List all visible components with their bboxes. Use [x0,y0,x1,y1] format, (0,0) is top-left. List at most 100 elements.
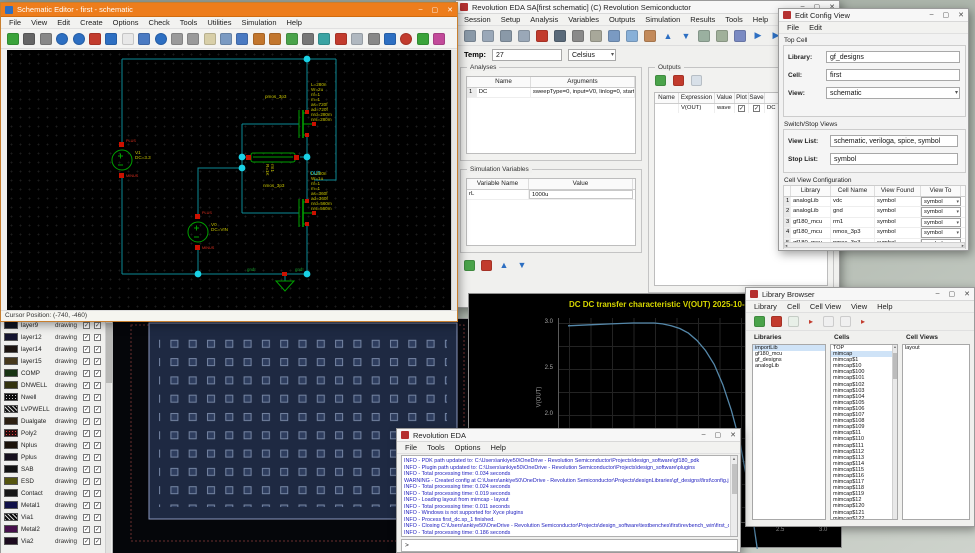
nmos-params-label[interactable]: L=280n W=1u nf=1 m=1 as=360f ad=360f nrd… [311,171,332,211]
layer-row[interactable]: SABdrawing✓✓ [1,463,112,475]
hierarchy-up-icon[interactable] [368,33,380,45]
layer-selectable-checkbox[interactable]: ✓ [94,346,101,353]
menu-item[interactable]: Help [282,18,307,27]
delete-icon[interactable] [89,33,101,45]
layer-selectable-checkbox[interactable]: ✓ [94,478,101,485]
scroll-right-icon[interactable]: ▸ [962,243,964,247]
layer-visible-checkbox[interactable]: ✓ [83,442,90,449]
menu-item[interactable]: Help [485,443,510,452]
menu-item[interactable]: Cell View [805,302,846,311]
menu-item[interactable]: Options [450,443,486,452]
layer-row[interactable]: Pplusdrawing✓✓ [1,451,112,463]
layer-swatch[interactable] [4,417,18,425]
view-select[interactable]: schematic▾ [826,87,960,99]
layer-selectable-checkbox[interactable]: ✓ [94,502,101,509]
menu-item[interactable]: Tools [422,443,450,452]
layer-swatch[interactable] [4,501,18,509]
temp-unit-select[interactable]: Celsius▾ [568,49,616,61]
v1-label[interactable]: V1 DC=3.3 [135,150,151,160]
menu-item[interactable]: Options [108,18,144,27]
stop-icon[interactable] [400,33,412,45]
layer-visible-checkbox[interactable]: ✓ [83,322,90,329]
open-cellview-icon[interactable] [823,316,834,327]
annotate-icon[interactable] [626,30,638,42]
menu-item[interactable]: Variables [563,15,604,24]
maximize-button[interactable]: ▢ [949,290,956,298]
layer-row[interactable]: ESDdrawing✓✓ [1,475,112,487]
maximize-button[interactable]: ▢ [432,6,439,14]
layer-row[interactable]: Metal2drawing✓✓ [1,523,112,535]
stretch-icon[interactable] [138,33,150,45]
menu-item[interactable]: View [846,302,872,311]
layer-swatch[interactable] [4,489,18,497]
layer-row[interactable]: Nplusdrawing✓✓ [1,439,112,451]
layer-selectable-checkbox[interactable]: ✓ [94,538,101,545]
layer-selectable-checkbox[interactable]: ✓ [94,430,101,437]
layer-selectable-checkbox[interactable]: ✓ [94,370,101,377]
layer-visible-checkbox[interactable]: ✓ [83,430,90,437]
layer-visible-checkbox[interactable]: ✓ [83,454,90,461]
layer-scrollbar[interactable] [105,319,111,553]
layer-visible-checkbox[interactable]: ✓ [83,490,90,497]
move-icon[interactable] [105,33,117,45]
menu-item[interactable]: File [400,443,422,452]
netlist-icon[interactable] [518,30,530,42]
layer-row[interactable]: layer15drawing✓✓ [1,355,112,367]
menu-item[interactable]: Utilities [202,18,236,27]
view-list-field[interactable]: schematic, veriloga, spice, symbol [830,135,958,147]
layer-row[interactable]: Dualgatedrawing✓✓ [1,415,112,427]
library-field[interactable]: gf_designs [826,51,960,63]
menu-item[interactable]: Tools [175,18,203,27]
console-titlebar[interactable]: Revolution EDA –▢✕ [397,429,740,442]
menu-item[interactable]: Cell [782,302,805,311]
new-setup-icon[interactable] [464,30,476,42]
remove-variable-icon[interactable] [481,260,492,271]
layer-swatch[interactable] [4,357,18,365]
layer-row[interactable]: Via2drawing✓✓ [1,535,112,547]
scroll-left-icon[interactable]: ◂ [785,243,787,247]
save-setup-icon[interactable] [500,30,512,42]
menu-item[interactable]: Edit [52,18,75,27]
cell-view-item[interactable]: layout [903,345,969,351]
resistor-params-label[interactable]: rm1 R=1K [265,164,275,176]
layer-visible-checkbox[interactable]: ✓ [83,406,90,413]
log-icon[interactable] [716,30,728,42]
menu-item[interactable]: Check [144,18,175,27]
layer-selectable-checkbox[interactable]: ✓ [94,490,101,497]
close-button[interactable]: ✕ [964,290,970,298]
export-icon[interactable] [40,33,52,45]
libraries-list[interactable]: importLibgf180_mcugf_designsanalogLib [752,344,826,520]
layer-selectable-checkbox[interactable]: ✓ [94,454,101,461]
layer-swatch[interactable] [4,513,18,521]
layer-selectable-checkbox[interactable]: ✓ [94,526,101,533]
save-state-icon[interactable] [734,30,746,42]
layer-selectable-checkbox[interactable]: ✓ [94,382,101,389]
layer-swatch[interactable] [4,453,18,461]
net-highlight-icon[interactable] [417,33,429,45]
layer-row[interactable]: COMPdrawing✓✓ [1,367,112,379]
stop-list-field[interactable]: symbol [830,153,958,165]
menu-item[interactable]: Simulation [236,18,281,27]
add-variable-icon[interactable] [464,260,475,271]
layer-visible-checkbox[interactable]: ✓ [83,358,90,365]
minimize-button[interactable]: – [419,6,423,14]
nmos-name-label[interactable]: nmos_3p3 [263,183,284,188]
console-input[interactable]: > [401,539,738,552]
layer-row[interactable]: Nwelldrawing✓✓ [1,391,112,403]
close-button[interactable]: ✕ [447,6,453,14]
layer-visible-checkbox[interactable]: ✓ [83,538,90,545]
menu-item[interactable]: Help [872,302,897,311]
pin-icon[interactable] [318,33,330,45]
analysis-icon[interactable] [572,30,584,42]
zoom-out-icon[interactable] [187,33,199,45]
layer-visible-checkbox[interactable]: ✓ [83,334,90,341]
library-browser-titlebar[interactable]: Library Browser –▢✕ [746,288,974,301]
import-icon[interactable]: ▸ [805,316,817,328]
zoom-fit-icon[interactable] [204,33,216,45]
bus-icon[interactable] [302,33,314,45]
layer-visible-checkbox[interactable]: ✓ [83,382,90,389]
instance-icon[interactable] [253,33,265,45]
menu-item[interactable]: Simulation [640,15,685,24]
close-button[interactable]: ✕ [958,11,964,19]
menu-item[interactable]: Analysis [525,15,563,24]
